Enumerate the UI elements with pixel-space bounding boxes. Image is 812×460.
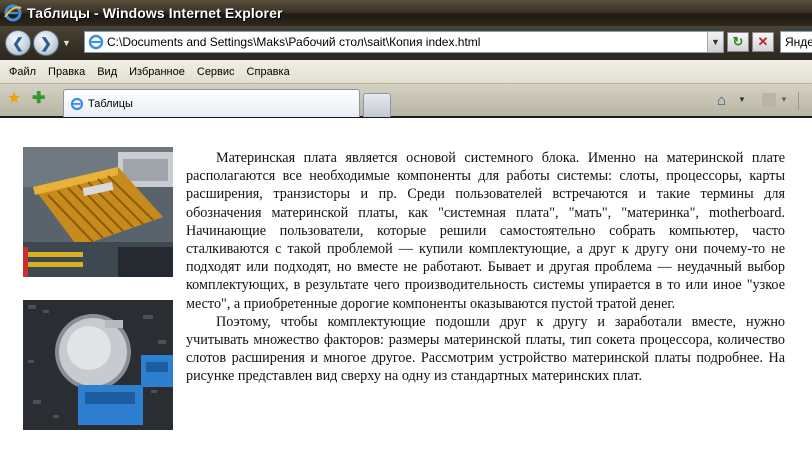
history-dropdown-icon[interactable]: ▼ xyxy=(62,38,74,48)
home-dropdown-icon[interactable]: ▼ xyxy=(738,95,746,104)
address-url[interactable]: C:\Documents and Settings\Maks\Рабочий с… xyxy=(107,35,707,49)
page-content: Материнская плата является основой систе… xyxy=(0,120,812,460)
article-paragraph-1: Материнская плата является основой систе… xyxy=(186,150,785,312)
stop-button[interactable]: ✕ xyxy=(752,32,774,52)
forward-arrow-icon: ❯ xyxy=(40,34,52,51)
address-bar[interactable]: C:\Documents and Settings\Maks\Рабочий с… xyxy=(84,31,724,53)
back-button[interactable]: ❮ xyxy=(5,30,31,56)
toolbar-separator xyxy=(798,92,799,110)
feeds-dropdown-icon[interactable]: ▼ xyxy=(780,95,788,104)
forward-button[interactable]: ❯ xyxy=(33,30,59,56)
stop-icon: ✕ xyxy=(757,34,769,49)
feeds-icon[interactable] xyxy=(762,93,776,107)
search-input[interactable]: Янде xyxy=(780,31,812,53)
refresh-icon: ↻ xyxy=(732,34,744,49)
page-ie-icon xyxy=(88,34,104,50)
window-title: Таблицы - Windows Internet Explorer xyxy=(27,5,283,21)
refresh-button[interactable]: ↻ xyxy=(727,32,749,52)
add-favorites-icon[interactable]: ✚ xyxy=(32,91,48,107)
new-tab-button[interactable] xyxy=(363,93,391,117)
favorites-star-icon[interactable]: ★ xyxy=(7,91,23,107)
address-dropdown-icon[interactable]: ▼ xyxy=(707,32,723,52)
home-icon[interactable]: ⌂ xyxy=(717,92,735,110)
menu-edit[interactable]: Правка xyxy=(42,66,91,78)
internet-explorer-icon xyxy=(4,4,22,22)
back-arrow-icon: ❮ xyxy=(12,34,24,51)
menu-help[interactable]: Справка xyxy=(241,66,296,78)
menu-favorites[interactable]: Избранное xyxy=(123,66,191,78)
menu-bar: Файл Правка Вид Избранное Сервис Справка xyxy=(0,60,812,84)
title-bar: Таблицы - Windows Internet Explorer xyxy=(0,0,812,26)
tab-ie-icon xyxy=(70,97,84,110)
article-text: Материнская плата является основой систе… xyxy=(186,149,785,386)
cmos-battery-image xyxy=(23,300,173,430)
tab-bar: ★ ✚ Таблицы ⌂ ▼ ▼ xyxy=(0,84,812,118)
menu-view[interactable]: Вид xyxy=(91,66,123,78)
navigation-bar: ❮ ❯ ▼ C:\Documents and Settings\Maks\Раб… xyxy=(0,26,812,60)
menu-file[interactable]: Файл xyxy=(3,66,42,78)
tab-label: Таблицы xyxy=(88,97,133,110)
article-paragraph-2: Поэтому, чтобы комплектующие подошли дру… xyxy=(186,313,785,385)
tab-active[interactable]: Таблицы xyxy=(63,89,360,117)
motherboard-heatsink-image xyxy=(23,147,173,277)
menu-tools[interactable]: Сервис xyxy=(191,66,241,78)
